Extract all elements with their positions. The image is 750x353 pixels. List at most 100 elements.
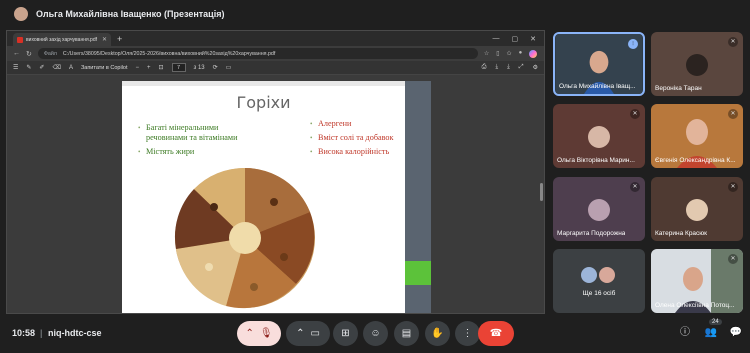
more-participants-label: Ще 16 осіб	[582, 290, 616, 297]
participant-name: Ольга Михайлівна Іващ...	[559, 83, 636, 90]
copilot-icon[interactable]	[529, 49, 538, 58]
participant-tile[interactable]: ✕ Олена Олексіївна Потоц...	[651, 249, 743, 313]
camera-button[interactable]: ⌃ ▭	[286, 321, 330, 346]
fit-icon[interactable]: ⊡	[159, 64, 164, 71]
draw-icon[interactable]: ✐	[39, 64, 44, 71]
right-bullet: Алергени	[310, 119, 402, 129]
camera-icon: ▭	[310, 328, 320, 339]
captions-button[interactable]: ▤	[394, 321, 419, 346]
browser-tab-bar: виховний захід харчування.pdf ✕ + — ▢ ✕	[7, 31, 544, 46]
avatar	[588, 199, 610, 221]
save-as-icon[interactable]: ⤓	[507, 64, 510, 71]
view-icon[interactable]: ▭	[226, 64, 232, 71]
participant-tile[interactable]: ✕ Ольга Вікторівна Марин...	[553, 104, 645, 168]
address-bar[interactable]: Файл C:/Users/38095/Desktop/Оля/2025-202…	[37, 48, 478, 59]
left-bullet: Багаті мінеральними речовинами та вітамі…	[138, 123, 248, 143]
hangup-icon: ☎	[489, 328, 503, 339]
browser-tab[interactable]: виховний захід харчування.pdf ✕	[13, 33, 111, 46]
maximize-icon[interactable]: ▢	[512, 35, 519, 43]
chevron-up-icon: ⌃	[245, 328, 254, 339]
leave-call-button[interactable]: ☎	[478, 321, 514, 346]
right-bullet: Висока калорійність	[310, 147, 402, 157]
emoji-button[interactable]: ☺	[363, 321, 388, 346]
slide-green-block	[405, 261, 431, 285]
slide-page: Горіхи Багаті мінеральними речовинами та…	[122, 81, 405, 313]
scrollbar[interactable]	[540, 183, 543, 201]
zoom-in-icon[interactable]: +	[147, 65, 151, 71]
mic-off-icon: ✕	[728, 182, 738, 192]
favorites-icon[interactable]: ✩	[507, 50, 512, 58]
settings-icon[interactable]: ⚙	[533, 64, 538, 71]
save-icon[interactable]: ⤓	[495, 64, 498, 71]
list-icon[interactable]: ☰	[13, 64, 18, 71]
highlight-icon[interactable]: ✎	[26, 64, 31, 71]
speaking-icon: ⦙	[628, 39, 638, 49]
more-participants-tile[interactable]: Ще 16 осіб	[553, 249, 645, 313]
meeting-code: niq-hdtc-cse	[48, 328, 102, 338]
participant-name: Олена Олексіївна Потоц...	[655, 302, 735, 309]
reload-icon[interactable]: ↻	[26, 50, 32, 58]
captions-icon: ▤	[401, 328, 412, 339]
text-icon[interactable]: A	[69, 65, 73, 71]
pdf-toolbar: ☰ ✎ ✐ ⌫ A Запитати в Copilot − + ⊡ 7 з 1…	[7, 61, 544, 75]
minimize-icon[interactable]: —	[493, 35, 500, 43]
people-icon[interactable]: 👥	[703, 325, 719, 341]
participant-name: Катерина Красюк	[655, 230, 708, 237]
avatar	[581, 267, 597, 283]
fullscreen-icon[interactable]: ⤢	[519, 64, 524, 71]
print-icon[interactable]: ⎙	[482, 64, 487, 71]
pdf-viewer[interactable]: Горіхи Багаті мінеральними речовинами та…	[7, 75, 544, 313]
microphone-button[interactable]: ⌃ 🎙	[237, 321, 281, 346]
avatar	[599, 267, 615, 283]
star-icon[interactable]: ☆	[484, 50, 489, 58]
participant-tile[interactable]: ✕ Вероніка Таран	[651, 32, 743, 96]
mic-off-icon: ✕	[630, 109, 640, 119]
mic-off-icon: ✕	[728, 109, 738, 119]
participant-tile[interactable]: ⦙ Ольга Михайлівна Іващ...	[553, 32, 645, 96]
separator: |	[40, 328, 43, 338]
close-window-icon[interactable]: ✕	[530, 35, 536, 43]
participant-tile[interactable]: ✕ Євгенія Олександрівна К...	[651, 104, 743, 168]
new-tab-icon[interactable]: +	[117, 34, 122, 44]
meeting-time: 10:58	[12, 328, 36, 338]
rotate-icon[interactable]: ⟳	[213, 64, 218, 71]
tab-title: виховний захід харчування.pdf	[26, 36, 98, 43]
mic-off-icon: ✕	[630, 182, 640, 192]
chat-icon[interactable]: 💬	[728, 325, 744, 341]
raise-hand-button[interactable]: ✋	[425, 321, 450, 346]
slide-top-strip	[122, 81, 405, 86]
split-icon[interactable]: ▯	[496, 50, 499, 58]
address-bar-row: ← ↻ Файл C:/Users/38095/Desktop/Оля/2025…	[7, 46, 544, 61]
participant-count-badge: 24	[709, 319, 722, 325]
hand-icon: ✋	[431, 328, 444, 339]
participant-name: Ольга Вікторівна Марин...	[557, 157, 635, 164]
right-bullet: Вміст солі та добавок	[310, 133, 402, 143]
participant-name: Євгенія Олександрівна К...	[655, 157, 736, 164]
zoom-out-icon[interactable]: −	[135, 65, 139, 71]
avatar	[686, 199, 708, 221]
emoji-icon: ☺	[370, 328, 381, 339]
presenter-avatar	[14, 7, 28, 21]
participant-name: Маргарита Подорожна	[557, 230, 626, 237]
window-controls: — ▢ ✕	[493, 35, 545, 43]
present-icon: ⊞	[341, 328, 350, 339]
pdf-right-tools: ⎙ ⤓ ⤓ ⤢ ⚙	[482, 64, 538, 71]
page-number-input[interactable]: 7	[171, 63, 186, 72]
close-tab-icon[interactable]: ✕	[102, 36, 107, 43]
right-bullet-list: Алергени Вміст солі та добавок Висока ка…	[310, 119, 402, 161]
info-icon[interactable]: ⓘ	[677, 325, 693, 341]
pdf-icon	[17, 36, 23, 43]
chevron-up-icon: ⌃	[296, 328, 305, 339]
more-vert-icon: ⋮	[462, 328, 473, 339]
avatar	[588, 126, 610, 148]
participant-tile[interactable]: ✕ Маргарита Подорожна	[553, 177, 645, 241]
ask-copilot-button[interactable]: Запитати в Copilot	[81, 65, 128, 71]
url-text: C:/Users/38095/Desktop/Оля/2025-2026/вих…	[62, 50, 276, 57]
profile-icon[interactable]: ●	[519, 50, 523, 58]
present-button[interactable]: ⊞	[333, 321, 358, 346]
more-options-button[interactable]: ⋮	[455, 321, 480, 346]
back-icon[interactable]: ←	[13, 50, 20, 57]
participant-tile[interactable]: ✕ Катерина Красюк	[651, 177, 743, 241]
eraser-icon[interactable]: ⌫	[52, 64, 60, 71]
address-icons: ☆ ▯ ✩ ●	[484, 49, 538, 58]
